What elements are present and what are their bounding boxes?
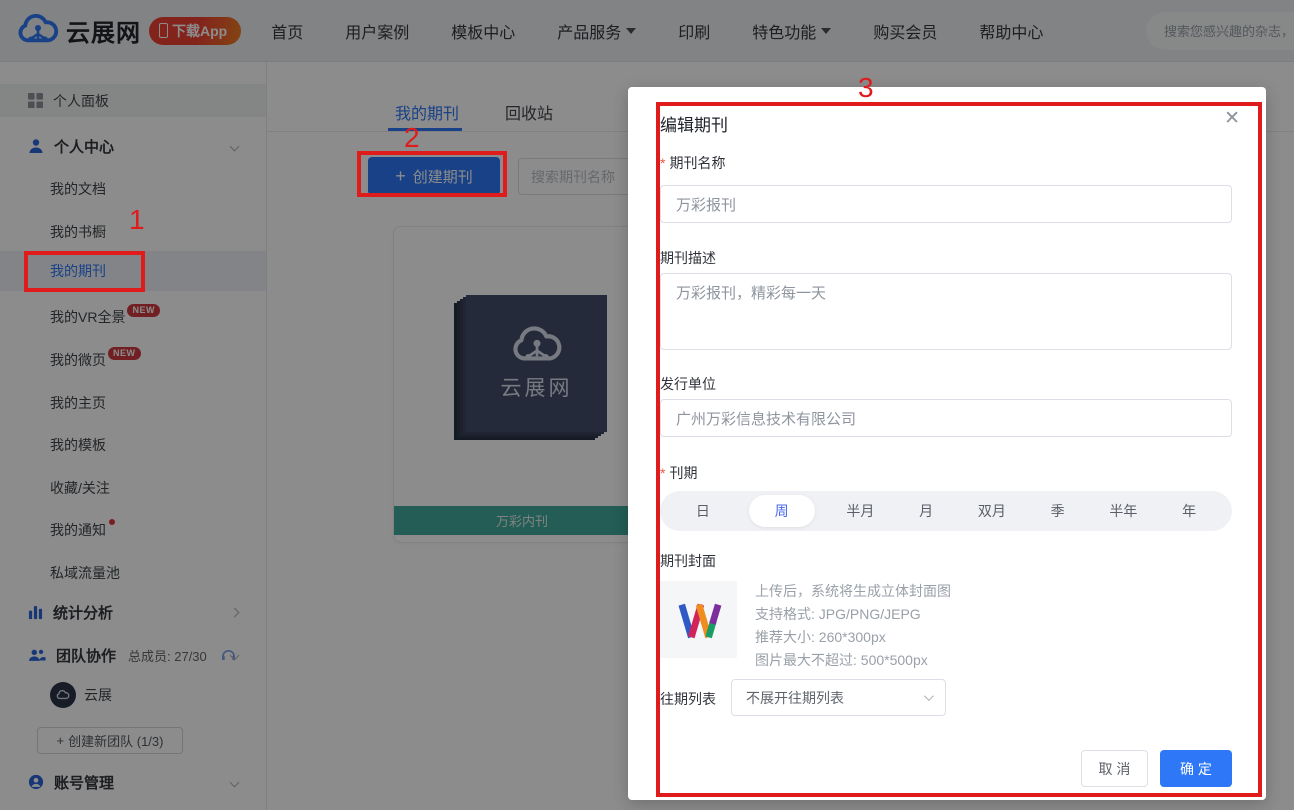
period-option-day[interactable]: 日 xyxy=(683,501,723,521)
period-option-week-selected[interactable]: 周 xyxy=(749,495,815,527)
period-option-month[interactable]: 月 xyxy=(906,501,946,521)
cancel-button[interactable]: 取 消 xyxy=(1081,750,1148,787)
cover-tip-2: 支持格式: JPG/PNG/JEPG xyxy=(755,604,921,624)
journal-name-label: *期刊名称 xyxy=(660,153,725,173)
prev-list-value: 不展开往期列表 xyxy=(746,688,844,708)
cover-tip-1: 上传后，系统将生成立体封面图 xyxy=(755,581,951,601)
journal-desc-label: 期刊描述 xyxy=(660,248,716,268)
required-asterisk: * xyxy=(660,155,665,171)
period-option-half-year[interactable]: 半年 xyxy=(1103,501,1143,521)
close-icon[interactable]: ✕ xyxy=(1224,109,1240,128)
cover-label: 期刊封面 xyxy=(660,551,716,571)
period-segmented-control: 日 周 半月 月 双月 季 半年 年 xyxy=(660,491,1232,531)
prev-list-select[interactable]: 不展开往期列表 xyxy=(731,679,946,716)
period-label: *刊期 xyxy=(660,463,697,483)
w-logo-icon xyxy=(675,597,723,643)
page: { "icons": { "plus": "+", "close": "✕", … xyxy=(0,0,1294,810)
period-option-bimonthly[interactable]: 双月 xyxy=(972,501,1012,521)
publisher-input[interactable] xyxy=(660,399,1232,437)
journal-name-input[interactable] xyxy=(660,185,1232,223)
journal-desc-textarea[interactable]: 万彩报刊，精彩每一天 xyxy=(660,273,1232,350)
modal-title: 编辑期刊 xyxy=(660,111,728,136)
period-option-quarter[interactable]: 季 xyxy=(1038,501,1078,521)
chevron-down-icon xyxy=(924,691,934,701)
cover-tip-3: 推荐大小: 260*300px xyxy=(755,627,886,647)
period-option-half-month[interactable]: 半月 xyxy=(840,501,880,521)
cover-upload-thumbnail[interactable] xyxy=(660,581,737,658)
period-option-year[interactable]: 年 xyxy=(1169,501,1209,521)
publisher-label: 发行单位 xyxy=(660,374,716,394)
required-asterisk: * xyxy=(660,465,665,481)
edit-journal-modal: 编辑期刊 ✕ *期刊名称 期刊描述 万彩报刊，精彩每一天 发行单位 *刊期 日 … xyxy=(628,87,1266,800)
cover-tip-4: 图片最大不超过: 500*500px xyxy=(755,650,928,670)
prev-list-label: 往期列表 xyxy=(660,689,716,709)
confirm-button[interactable]: 确 定 xyxy=(1160,750,1232,787)
